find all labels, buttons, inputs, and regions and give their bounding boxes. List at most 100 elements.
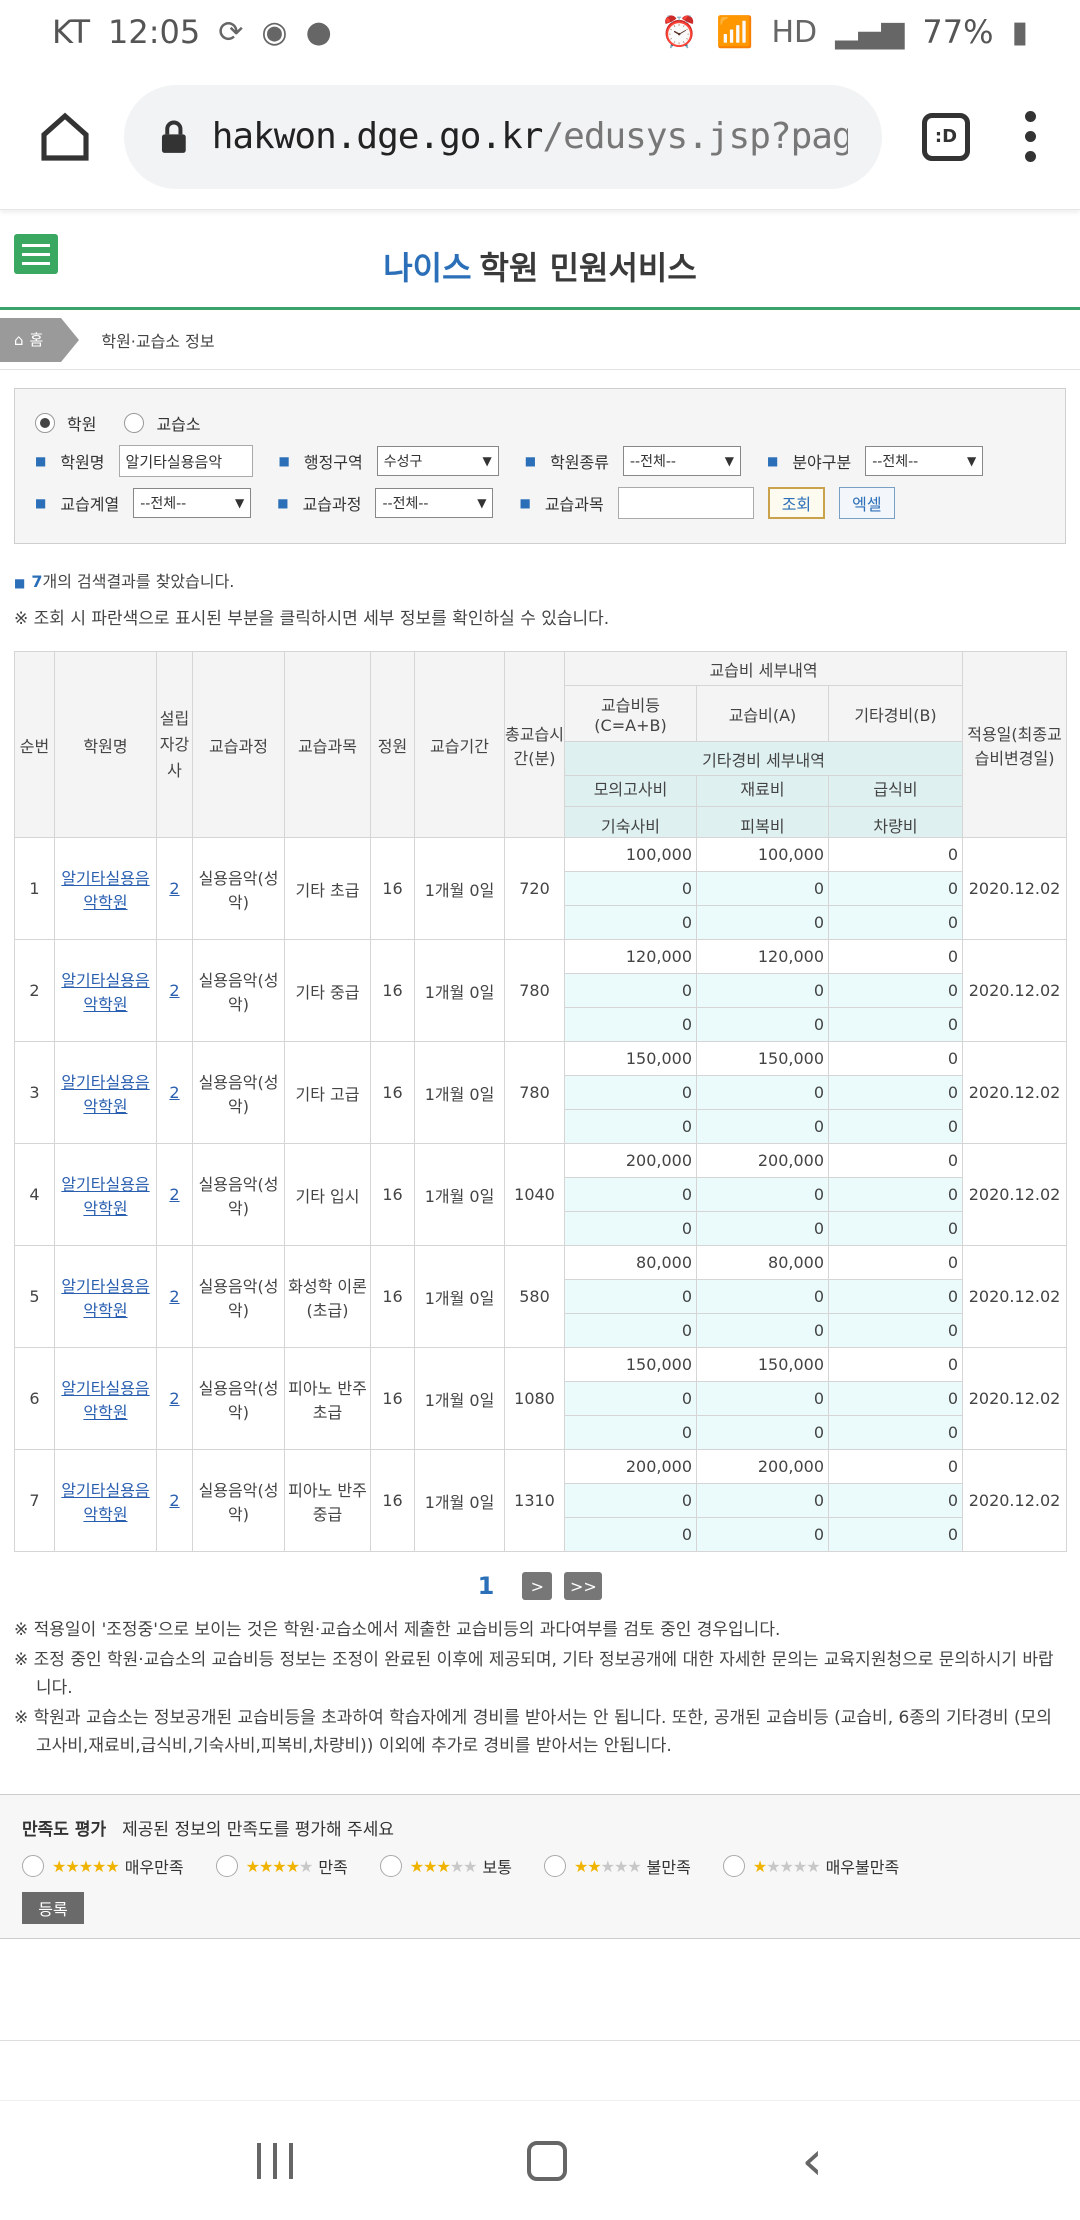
cell-instructor: 2 — [156, 1143, 193, 1246]
bullet-icon: ■ — [766, 454, 779, 468]
browser-home-button[interactable] — [30, 102, 100, 172]
result-count-number: 7 — [31, 572, 43, 591]
radio-tutor-label: 교습소 — [156, 415, 201, 434]
col-vehicle: 차량비 — [829, 806, 963, 837]
academy-name-input[interactable]: 알기타실용음악 — [118, 445, 253, 477]
menu-dot — [1024, 111, 1036, 122]
pagination: 1 > >> — [0, 1566, 1080, 1606]
status-right: ⏰ 📶 HD ▂▄▆ 77% ▮ — [661, 13, 1028, 51]
instructor-count-link[interactable]: 2 — [169, 981, 179, 1000]
breadcrumb-home[interactable]: ⌂ 홈 — [0, 317, 80, 362]
instructor-count-link[interactable]: 2 — [169, 1389, 179, 1408]
home-icon: ⌂ — [14, 330, 24, 349]
sync-icon: ⟳ — [218, 14, 244, 50]
cell-dorm: 0 — [564, 905, 697, 940]
rating-radio[interactable] — [215, 1855, 238, 1877]
instructor-count-link[interactable]: 2 — [169, 1491, 179, 1510]
hamburger-menu-button[interactable] — [14, 234, 58, 274]
region-select[interactable]: 수성구 ▼ — [376, 446, 499, 476]
col-fee-total: 교습비등(C=A+B) — [564, 685, 697, 742]
academy-name-link[interactable]: 알기타실용음악학원 — [61, 1277, 149, 1320]
cell-subject: 기타 고급 — [284, 1041, 371, 1144]
back-button[interactable]: ‹ — [801, 2129, 823, 2192]
menu-line — [22, 261, 50, 265]
last-page-button[interactable]: >> — [564, 1572, 603, 1600]
cell-fee-b: 0 — [827, 1245, 964, 1280]
rating-radio[interactable] — [379, 1855, 402, 1877]
field-select[interactable]: --전체-- ▼ — [865, 446, 984, 476]
tab-switcher-button[interactable]: :D — [922, 112, 970, 161]
cell-instructor: 2 — [156, 1041, 193, 1144]
cell-fee-b: 0 — [827, 1143, 964, 1178]
star-icon: ★ — [752, 1856, 767, 1876]
radio-academy[interactable] — [35, 413, 55, 433]
instructor-count-link[interactable]: 2 — [169, 1083, 179, 1102]
search-button[interactable]: 조회 — [767, 487, 826, 519]
star-icon: ★ — [613, 1856, 628, 1876]
academy-name-link[interactable]: 알기타실용음악학원 — [61, 1379, 149, 1422]
series-label: 교습계열 — [60, 495, 120, 514]
rating-option[interactable]: ★★★★★ 보통 — [379, 1854, 512, 1878]
recent-apps-button[interactable] — [257, 2142, 294, 2179]
rating-option[interactable]: ★★★★★ 매우불만족 — [722, 1854, 899, 1878]
rating-label: 불만족 — [646, 1858, 691, 1877]
cell-mock: 0 — [564, 973, 697, 1008]
rating-radio[interactable] — [22, 1855, 44, 1877]
cell-name: 알기타실용음악학원 — [54, 1449, 157, 1552]
next-page-button[interactable]: > — [522, 1572, 553, 1600]
cell-name: 알기타실용음악학원 — [54, 939, 157, 1042]
cell-mock: 0 — [564, 1279, 697, 1314]
table-row: 6 알기타실용음악학원 2 실용음악(성악) 피아노 반주 초급 16 1개월 0일 1080… — [14, 1347, 1068, 1450]
browser-menu-button[interactable] — [1010, 111, 1050, 162]
logo-service: 학원 민원서비스 — [479, 248, 697, 287]
rating-radio[interactable] — [722, 1855, 745, 1877]
bullet-icon: ■ — [35, 496, 47, 510]
rating-stars: ★★★★★ — [246, 1856, 314, 1876]
academy-name-link[interactable]: 알기타실용음악학원 — [61, 869, 149, 912]
col-no: 순번 — [14, 651, 55, 838]
system-home-button[interactable] — [527, 2140, 568, 2181]
cell-meal: 0 — [827, 871, 964, 906]
academy-name-link[interactable]: 알기타실용음악학원 — [61, 1481, 149, 1524]
instructor-count-link[interactable]: 2 — [169, 1287, 179, 1306]
rating-radio[interactable] — [543, 1855, 566, 1877]
home-icon — [41, 112, 89, 161]
series-select[interactable]: --전체-- ▼ — [133, 488, 252, 518]
star-icon: ★ — [298, 1856, 313, 1876]
cell-name: 알기타실용음악학원 — [54, 1245, 157, 1348]
cell-period: 1개월 0일 — [414, 1245, 505, 1348]
submit-rating-button[interactable]: 등록 — [22, 1892, 84, 1924]
academy-name-link[interactable]: 알기타실용음악학원 — [61, 971, 149, 1014]
instructor-count-link[interactable]: 2 — [169, 879, 179, 898]
academy-name-link[interactable]: 알기타실용음악학원 — [61, 1175, 149, 1218]
chat-icon: ● — [305, 14, 332, 50]
star-icon: ★ — [272, 1856, 286, 1876]
recent-bar — [289, 2142, 294, 2179]
col-apply-date: 적용일(최종교습비변경일) — [962, 651, 1068, 838]
cell-name: 알기타실용음악학원 — [54, 1143, 157, 1246]
cell-clothes: 0 — [696, 1313, 829, 1348]
course-select[interactable]: --전체-- ▼ — [375, 488, 494, 518]
page-1[interactable]: 1 — [478, 1572, 495, 1600]
academy-type-select[interactable]: --전체-- ▼ — [622, 446, 741, 476]
status-bar: KT 12:05 ⟳ ◉ ● ⏰ 📶 HD ▂▄▆ 77% ▮ — [0, 0, 1080, 64]
academy-name-link[interactable]: 알기타실용음악학원 — [61, 1073, 149, 1116]
address-bar[interactable]: hakwon.dge.go.kr/edusys.jsp?page= — [124, 84, 882, 189]
col-instructor: 설립자강사 — [156, 651, 193, 838]
instructor-count-link[interactable]: 2 — [169, 1185, 179, 1204]
cell-time: 780 — [504, 1041, 565, 1144]
cell-clothes: 0 — [696, 1415, 829, 1450]
rating-option[interactable]: ★★★★★ 불만족 — [543, 1854, 691, 1878]
excel-button[interactable]: 엑셀 — [839, 487, 895, 519]
cell-fee-total: 200,000 — [564, 1143, 697, 1178]
star-icon: ★ — [52, 1856, 66, 1876]
academy-type-value: --전체-- — [629, 454, 676, 470]
rating-option[interactable]: ★★★★★ 매우만족 — [22, 1854, 184, 1878]
subject-input[interactable] — [617, 487, 754, 519]
search-panel: 학원 교습소 ■ 학원명 알기타실용음악 ■ 행정구역 수성구 ▼ ■ 학원종류 … — [14, 388, 1066, 544]
site-logo[interactable]: 나이스 학원 민원서비스 — [383, 243, 697, 289]
radio-tutor[interactable] — [124, 413, 145, 433]
rating-option[interactable]: ★★★★★ 만족 — [215, 1854, 348, 1878]
cell-course: 실용음악(성악) — [192, 1143, 285, 1246]
chevron-down-icon: ▼ — [477, 496, 487, 510]
